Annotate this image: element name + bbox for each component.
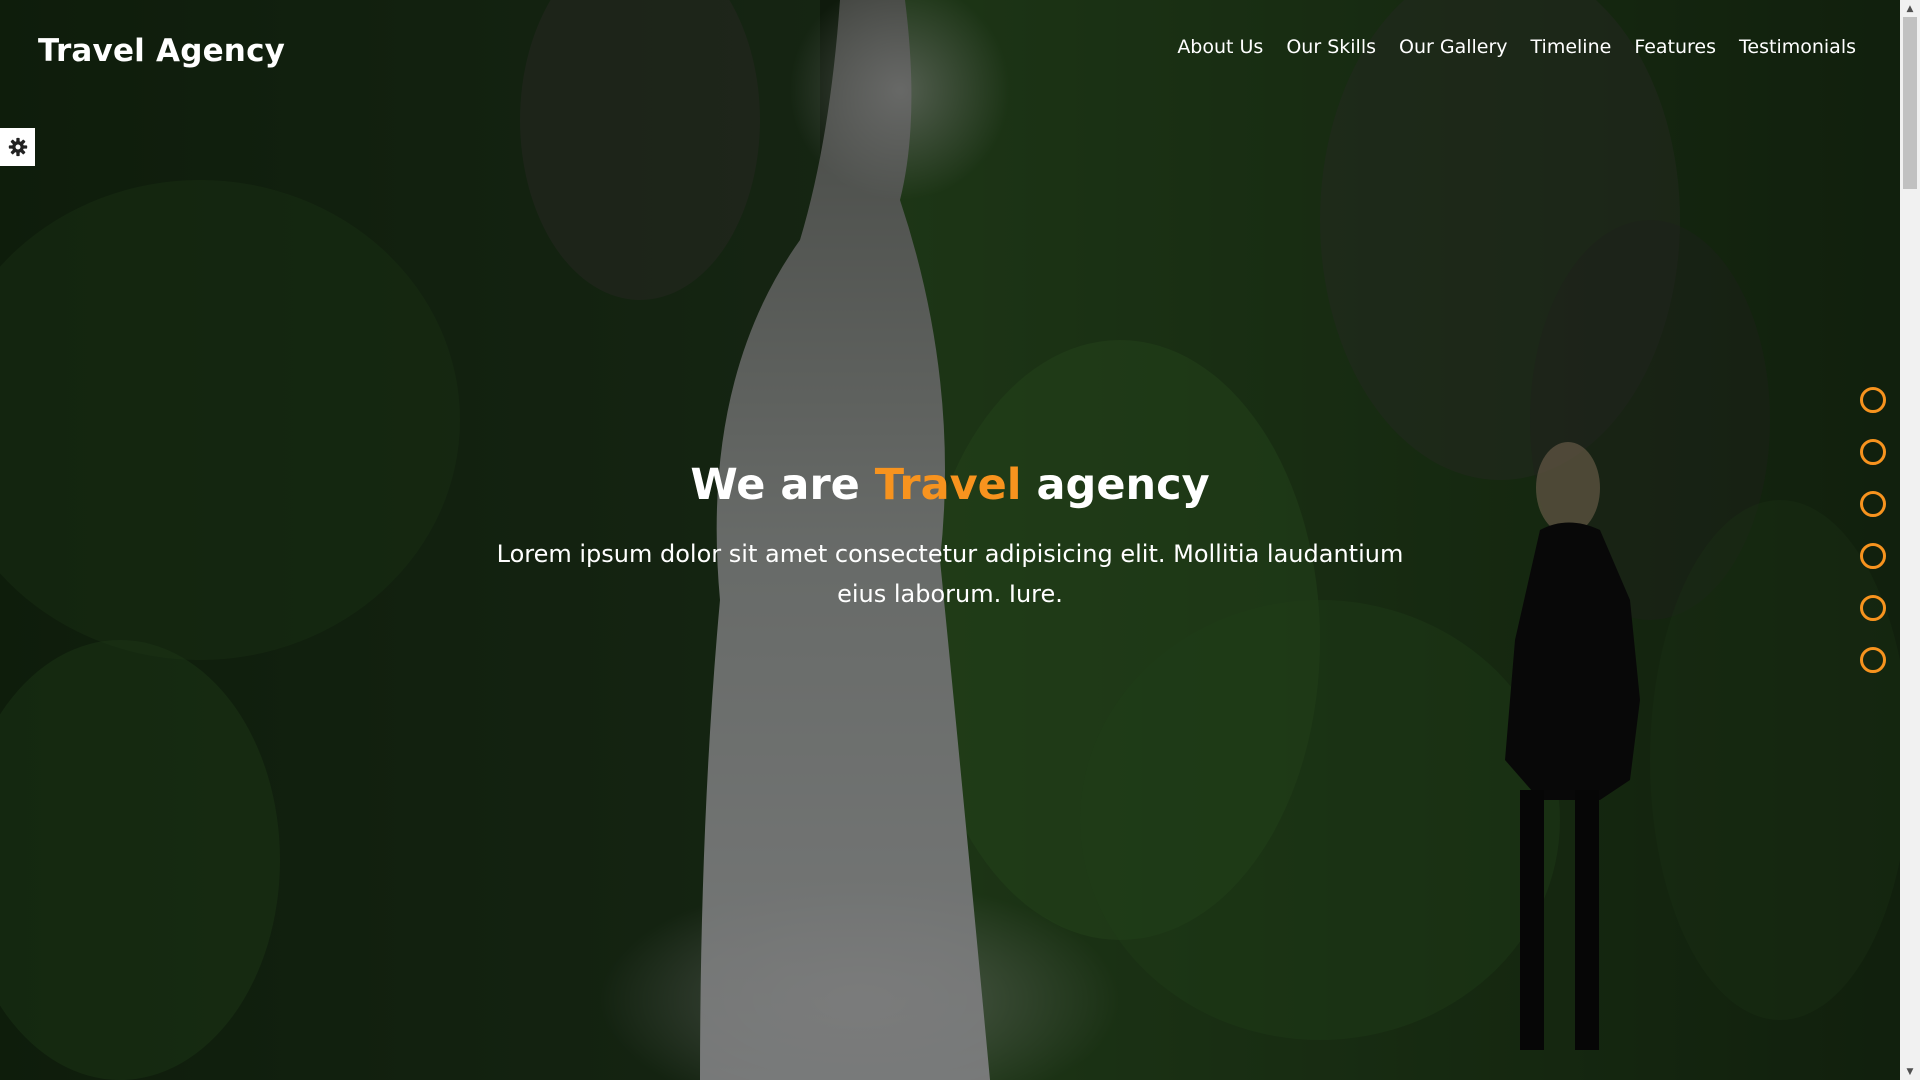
settings-toggle-button[interactable] bbox=[0, 128, 35, 166]
hero-title-accent: Travel bbox=[874, 460, 1022, 510]
section-bullet-3[interactable] bbox=[1860, 491, 1886, 517]
hero-title-end: agency bbox=[1021, 460, 1210, 510]
nav-link-our-gallery[interactable]: Our Gallery bbox=[1399, 36, 1508, 58]
nav-link-timeline[interactable]: Timeline bbox=[1531, 36, 1612, 58]
brand-logo[interactable]: Travel Agency bbox=[38, 33, 285, 69]
nav-link-about-us[interactable]: About Us bbox=[1177, 36, 1263, 58]
section-bullet-2[interactable] bbox=[1860, 439, 1886, 465]
nav-link-our-skills[interactable]: Our Skills bbox=[1286, 36, 1376, 58]
scroll-down-arrow-icon[interactable]: ▼ bbox=[1900, 1063, 1920, 1080]
section-bullet-5[interactable] bbox=[1860, 595, 1886, 621]
hero-title: We are Travel agency bbox=[440, 460, 1460, 512]
hero-description: Lorem ipsum dolor sit amet consectetur a… bbox=[496, 539, 1404, 608]
scrollbar-thumb[interactable] bbox=[1903, 17, 1917, 189]
main-nav: About Us Our Skills Our Gallery Timeline… bbox=[1177, 36, 1856, 58]
vertical-scrollbar[interactable]: ▲ ▼ bbox=[1900, 0, 1920, 1080]
hero-section: We are Travel agency Lorem ipsum dolor s… bbox=[440, 460, 1460, 614]
section-bullet-1[interactable] bbox=[1860, 387, 1886, 413]
hero-title-start: We are bbox=[690, 460, 875, 510]
page-viewport: Travel Agency About Us Our Skills Our Ga… bbox=[0, 0, 1900, 1080]
site-header: Travel Agency About Us Our Skills Our Ga… bbox=[0, 0, 1900, 110]
nav-link-features[interactable]: Features bbox=[1634, 36, 1716, 58]
section-bullet-6[interactable] bbox=[1860, 647, 1886, 673]
section-nav-bullets bbox=[1860, 387, 1886, 673]
section-bullet-4[interactable] bbox=[1860, 543, 1886, 569]
scroll-up-arrow-icon[interactable]: ▲ bbox=[1900, 0, 1920, 17]
nav-link-testimonials[interactable]: Testimonials bbox=[1739, 36, 1856, 58]
gear-icon bbox=[8, 137, 27, 157]
